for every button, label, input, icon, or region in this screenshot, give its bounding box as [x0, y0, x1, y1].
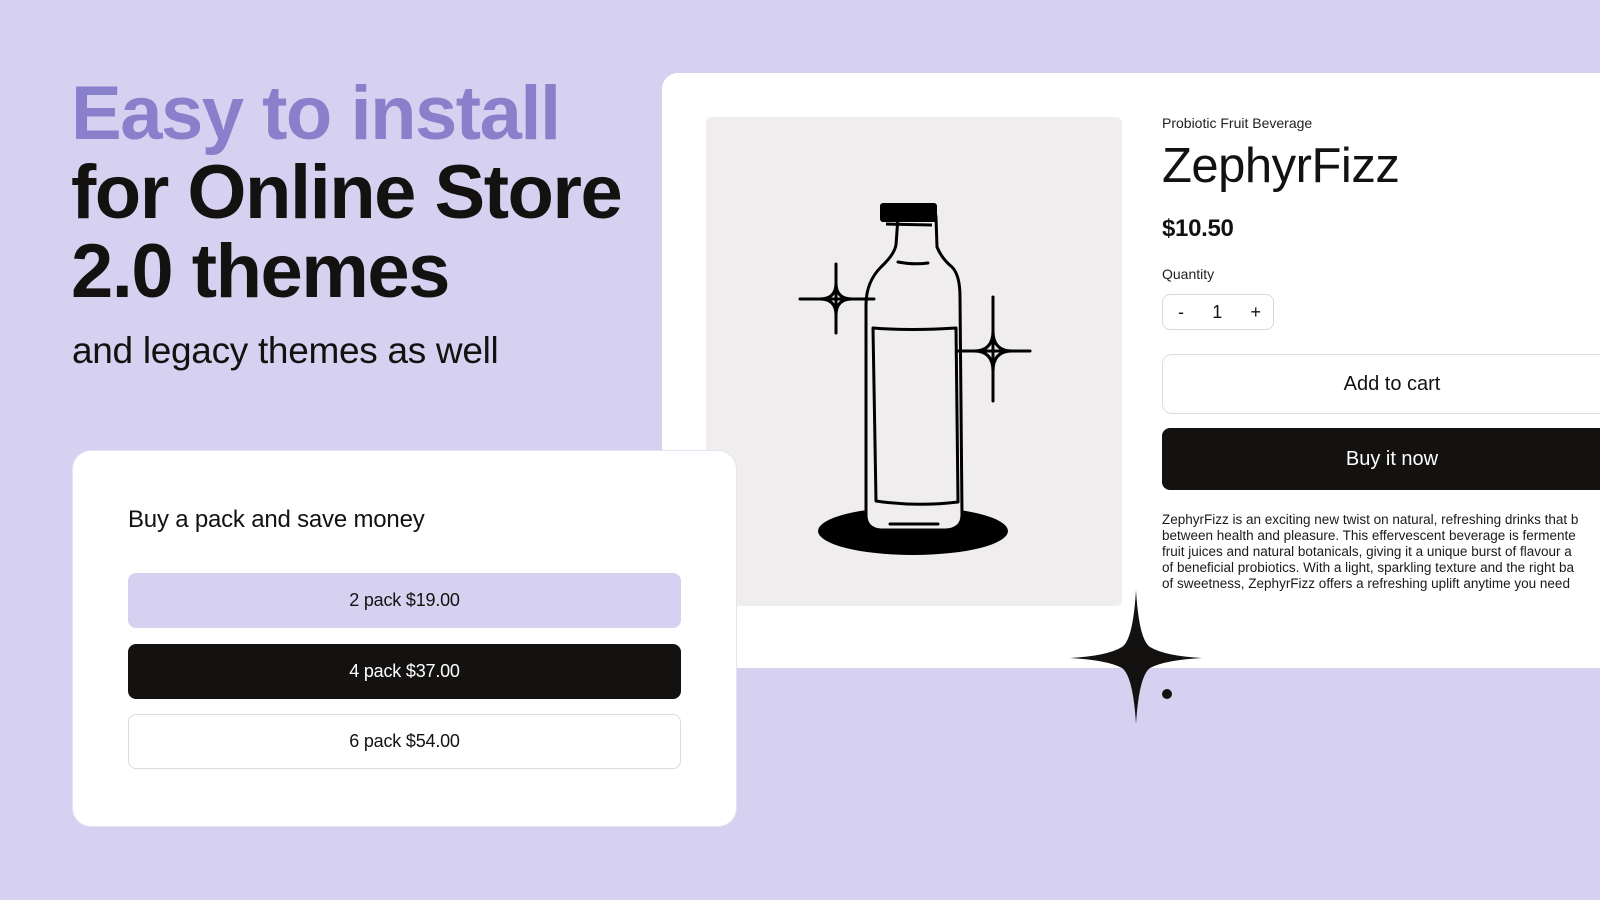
quantity-increment-button[interactable]: + [1250, 302, 1261, 323]
quantity-label: Quantity [1162, 266, 1215, 282]
bottle-with-sparkles-icon [798, 203, 1032, 555]
product-category: Probiotic Fruit Beverage [1162, 115, 1313, 131]
quantity-decrement-button[interactable]: - [1178, 302, 1184, 323]
bottle-outline [864, 211, 964, 532]
description-line: of beneficial probiotics. With a light, … [1162, 560, 1574, 575]
description-line: ZephyrFizz is an exciting new twist on n… [1162, 512, 1579, 527]
description-line: between health and pleasure. This efferv… [1162, 528, 1576, 543]
add-to-cart-button[interactable]: Add to cart [1162, 354, 1600, 414]
headline-line-3: 2.0 themes [71, 229, 450, 314]
description-line: of sweetness, ZephyrFizz offers a refres… [1162, 576, 1570, 591]
description-line: fruit juices and natural botanicals, giv… [1162, 544, 1572, 559]
product-card: Probiotic Fruit Beverage ZephyrFizz $10.… [662, 73, 1600, 668]
product-title: ZephyrFizz [1162, 139, 1400, 193]
decorative-dot [1162, 689, 1172, 699]
product-image [706, 117, 1122, 606]
subheadline: and legacy themes as well [72, 330, 499, 371]
product-description: ZephyrFizz is an exciting new twist on n… [1162, 512, 1600, 592]
sparkle-left [798, 262, 876, 335]
pack-option-6[interactable]: 6 pack $54.00 [128, 714, 681, 769]
quantity-stepper: - 1 + [1162, 294, 1274, 330]
bottle-cap [880, 203, 937, 222]
product-price: $10.50 [1162, 215, 1234, 242]
pack-offer-card: Buy a pack and save money 2 pack $19.00 … [73, 451, 736, 826]
buy-it-now-button[interactable]: Buy it now [1162, 428, 1600, 490]
product-info: Probiotic Fruit Beverage ZephyrFizz $10.… [1162, 113, 1600, 592]
pack-option-4[interactable]: 4 pack $37.00 [128, 644, 681, 699]
headline: Easy to install for Online Store 2.0 the… [71, 71, 623, 314]
pack-offer-title: Buy a pack and save money [128, 506, 425, 533]
sparkle-right [955, 295, 1032, 403]
four-point-star-icon [1070, 590, 1202, 724]
pack-option-2[interactable]: 2 pack $19.00 [128, 573, 681, 628]
headline-accent-line: Easy to install [71, 71, 561, 156]
quantity-value[interactable]: 1 [1212, 302, 1222, 323]
headline-line-2: for Online Store [71, 150, 623, 235]
